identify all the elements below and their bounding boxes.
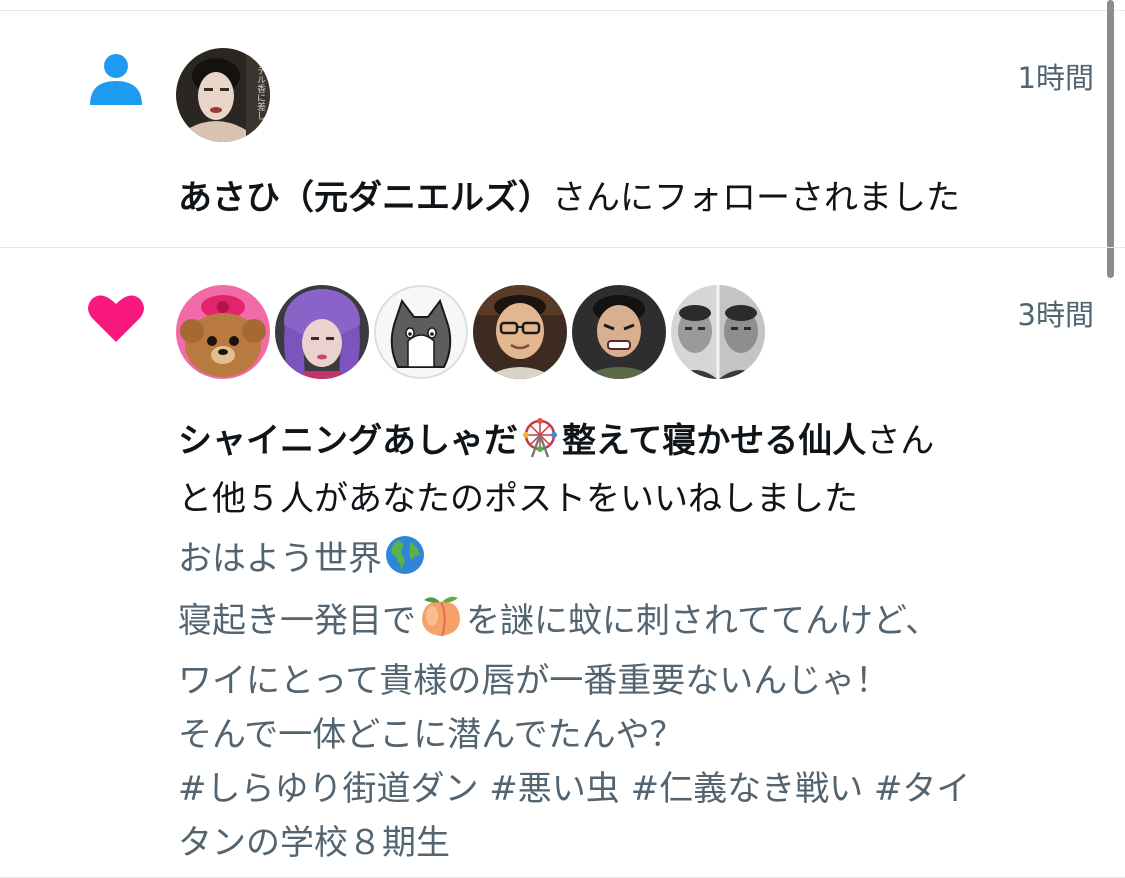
post-line: タンの学校８期生 xyxy=(178,823,450,863)
avatar[interactable] xyxy=(671,285,765,379)
user-name[interactable]: シャイニングあしゃだ xyxy=(178,421,518,461)
post-line-text: を謎に蚊に刺されててんけど、 xyxy=(466,601,940,641)
post-line: 寝起き一発目で を謎に蚊に刺されててんけど、 xyxy=(178,592,1078,654)
user-name[interactable]: あさひ（元ダニエルズ） xyxy=(178,178,552,218)
avatar[interactable] xyxy=(572,285,666,379)
avatar-group xyxy=(176,285,765,379)
post-line-text: おはよう世界 xyxy=(178,539,382,579)
message-tail: さん xyxy=(866,421,935,461)
timestamp: 1時間 xyxy=(1017,61,1094,95)
post-hashtags: #しらゆり街道ダン #悪い虫 #仁義なき戦い #タイ xyxy=(178,769,971,809)
heart-icon xyxy=(86,288,146,348)
post-line: ワイにとって貴様の唇が一番重要ないんじゃ！ xyxy=(178,661,890,701)
globe-icon xyxy=(384,534,426,592)
post-line-text: 寝起き一発目で xyxy=(178,601,416,641)
ferris-wheel-icon xyxy=(520,418,560,473)
top-divider xyxy=(0,0,1125,11)
timestamp: 3時間 xyxy=(1017,298,1094,332)
message-suffix: さんにフォローされました xyxy=(552,178,960,218)
post-line: そんで一体どこに潜んでたんや？ xyxy=(178,715,684,755)
avatar[interactable] xyxy=(374,285,468,379)
peach-icon xyxy=(418,592,464,654)
avatar[interactable] xyxy=(473,285,567,379)
user-name[interactable]: 整えて寝かせる仙人 xyxy=(562,421,866,461)
avatar[interactable] xyxy=(275,285,369,379)
notification-message: あさひ（元ダニエルズ）さんにフォローされました xyxy=(178,172,1078,224)
notification-like[interactable]: 3時間 シャイニングあしゃだ 整えて寝かせる仙人さん と他５人があなたのポストをい… xyxy=(0,248,1125,878)
person-icon xyxy=(86,49,146,109)
avatar[interactable]: テル香に差し xyxy=(176,48,270,142)
message-tail: と他５人があなたのポストをいいねしました xyxy=(178,479,858,519)
notification-message: シャイニングあしゃだ 整えて寝かせる仙人さん と他５人があなたのポストをいいねしま… xyxy=(178,415,1078,525)
post-line: おはよう世界 xyxy=(178,532,1078,592)
notification-follow[interactable]: テル香に差し 1時間 あさひ（元ダニエルズ）さんにフォローされました xyxy=(0,11,1125,248)
avatar-group: テル香に差し xyxy=(176,48,270,142)
svg-text:テル香に差し: テル香に差し xyxy=(255,66,266,120)
avatar[interactable] xyxy=(176,285,270,379)
liked-post-text[interactable]: おはよう世界 寝起き一発目で を謎に蚊に刺されててんけど、 ワイにとって貴様の唇… xyxy=(178,532,1078,870)
